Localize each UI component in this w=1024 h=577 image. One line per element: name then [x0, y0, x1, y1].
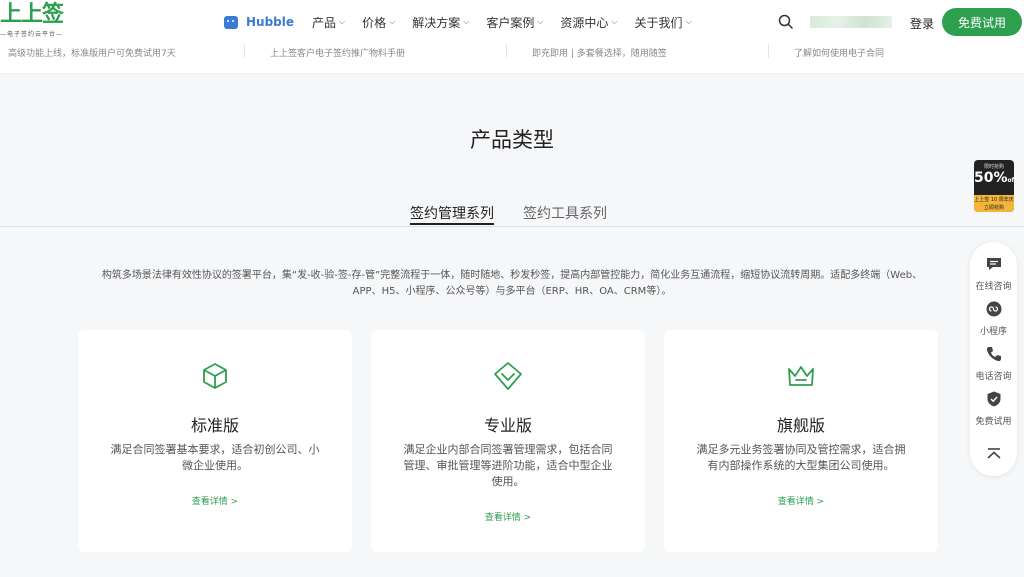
logo-text: 上上签	[0, 2, 64, 27]
side-item-online-chat[interactable]: 在线咨询	[970, 256, 1017, 292]
card-description: 满足合同签署基本要求，适合初创公司、小微企业使用。	[110, 443, 320, 472]
side-item-back-to-top[interactable]	[970, 446, 1017, 466]
nav-item-resources[interactable]: 资源中心 ⌵	[560, 14, 617, 31]
crown-icon	[788, 366, 814, 386]
strip-item[interactable]: 了解如何使用电子合同	[794, 46, 884, 59]
back-to-top-icon	[986, 448, 1001, 459]
nav-item-label: 关于我们	[634, 15, 683, 30]
nav-item-product[interactable]: 产品 ⌵	[312, 14, 345, 31]
strip-divider	[244, 44, 245, 58]
nav-item-solutions[interactable]: 解决方案 ⌵	[412, 14, 469, 31]
floating-side-toolbar: 在线咨询 小程序 电话咨询 免费试用	[970, 242, 1017, 476]
hubble-robot-icon	[224, 15, 238, 29]
product-tabs: 签约管理系列 签约工具系列	[0, 200, 1024, 227]
shield-check-icon	[494, 362, 522, 390]
mini-program-icon	[986, 301, 1001, 317]
tab-signing-tools[interactable]: 签约工具系列	[523, 203, 607, 223]
chevron-down-icon: ⌵	[389, 17, 396, 26]
view-details-link[interactable]: 查看详情 >	[78, 494, 352, 507]
nav-hubble[interactable]: Hubble	[224, 15, 294, 29]
promo-cta: 立即抢购	[983, 205, 1004, 211]
card-title: 标准版	[190, 416, 239, 435]
strip-divider	[506, 44, 507, 58]
logo[interactable]: 上上签 —电子签约云平台—	[0, 2, 78, 42]
box-icon	[203, 363, 227, 389]
promo-discount-value: 50%	[974, 170, 1008, 186]
active-tab-indicator	[410, 223, 494, 225]
card-description: 满足企业内部合同签署管理需求，包括合同管理、审批管理等进阶功能，适合中型企业使用…	[403, 443, 613, 488]
strip-item[interactable]: 上上签客户电子签约推广物料手册	[270, 46, 405, 59]
announcement-strip: 高级功能上线，标准版用户可免费试用7天 上上签客户电子签约推广物料手册 即充即用…	[0, 44, 1024, 74]
intro-text: 构筑多场景法律有效性协议的签署平台，集“发-收-验-签-存-管”完整流程于一体，…	[101, 270, 923, 297]
chevron-down-icon: ⌵	[463, 17, 470, 26]
anniversary-promo-badge[interactable]: 限时抢购 50%off 上上签 10 周年庆 立即抢购	[974, 160, 1014, 212]
phone-icon	[986, 347, 1001, 362]
strip-item[interactable]: 即充即用 | 多套餐选择，随用随签	[532, 46, 667, 59]
login-link[interactable]: 登录	[910, 15, 934, 32]
card-description: 满足多元业务签署协同及管控需求，适合拥有内部操作系统的大型集团公司使用。	[696, 443, 906, 472]
promo-top-text: 限时抢购	[983, 164, 1004, 170]
product-card-professional[interactable]: 专业版 满足企业内部合同签署管理需求，包括合同管理、审批管理等进阶功能，适合中型…	[371, 330, 645, 552]
view-details-link[interactable]: 查看详情 >	[664, 494, 938, 507]
nav-item-label: 产品	[312, 15, 337, 30]
side-item-free-trial[interactable]: 免费试用	[970, 391, 1017, 427]
promo-discount-off: off	[1007, 177, 1014, 184]
nav-item-cases[interactable]: 客户案例 ⌵	[486, 14, 543, 31]
blurred-user-info	[810, 16, 892, 28]
side-item-label: 免费试用	[975, 417, 1012, 427]
chevron-down-icon: ⌵	[611, 17, 618, 26]
side-item-label: 电话咨询	[975, 372, 1012, 382]
promo-bottom: 上上签 10 周年庆 立即抢购	[974, 195, 1014, 212]
nav-item-label: 资源中心	[560, 15, 609, 30]
chevron-down-icon: ⌵	[685, 17, 692, 26]
strip-item[interactable]: 高级功能上线，标准版用户可免费试用7天	[8, 46, 176, 59]
promo-bottom-text: 上上签 10 周年庆	[974, 197, 1014, 203]
nav-hubble-label: Hubble	[246, 15, 295, 29]
nav-item-label: 价格	[362, 15, 387, 30]
card-title: 旗舰版	[776, 416, 825, 435]
side-item-phone[interactable]: 电话咨询	[970, 346, 1017, 382]
chevron-down-icon: ⌵	[339, 17, 346, 26]
promo-discount: 50%off	[974, 170, 1014, 189]
nav-item-price[interactable]: 价格 ⌵	[362, 14, 395, 31]
top-navbar: 上上签 —电子签约云平台— Hubble 产品 ⌵ 价格 ⌵ 解决方案 ⌵ 客户案例 ⌵…	[0, 0, 1024, 44]
search-icon[interactable]	[778, 14, 794, 30]
side-item-mini-program[interactable]: 小程序	[970, 301, 1017, 337]
nav-item-label: 解决方案	[412, 15, 461, 30]
nav-item-about[interactable]: 关于我们 ⌵	[635, 14, 692, 31]
strip-divider	[768, 44, 769, 58]
chat-icon	[986, 258, 1001, 270]
chevron-down-icon: ⌵	[537, 17, 544, 26]
product-card-flagship[interactable]: 旗舰版 满足多元业务签署协同及管控需求，适合拥有内部操作系统的大型集团公司使用。…	[664, 330, 938, 552]
section-title: 产品类型	[470, 128, 554, 152]
nav-item-label: 客户案例	[486, 15, 535, 30]
product-card-standard[interactable]: 标准版 满足合同签署基本要求，适合初创公司、小微企业使用。 查看详情 >	[78, 330, 352, 552]
card-title: 专业版	[483, 416, 532, 435]
view-details-link[interactable]: 查看详情 >	[371, 510, 645, 523]
logo-subtitle: —电子签约云平台—	[0, 31, 64, 38]
main-nav: Hubble 产品 ⌵ 价格 ⌵ 解决方案 ⌵ 客户案例 ⌵ 资源中心 ⌵ 关于我们 ⌵	[224, 0, 709, 44]
side-item-label: 在线咨询	[975, 282, 1012, 292]
free-trial-button[interactable]: 免费试用	[942, 8, 1022, 36]
tab-signing-management[interactable]: 签约管理系列	[410, 203, 494, 223]
side-item-label: 小程序	[979, 327, 1007, 337]
trial-badge-icon	[987, 391, 1000, 407]
